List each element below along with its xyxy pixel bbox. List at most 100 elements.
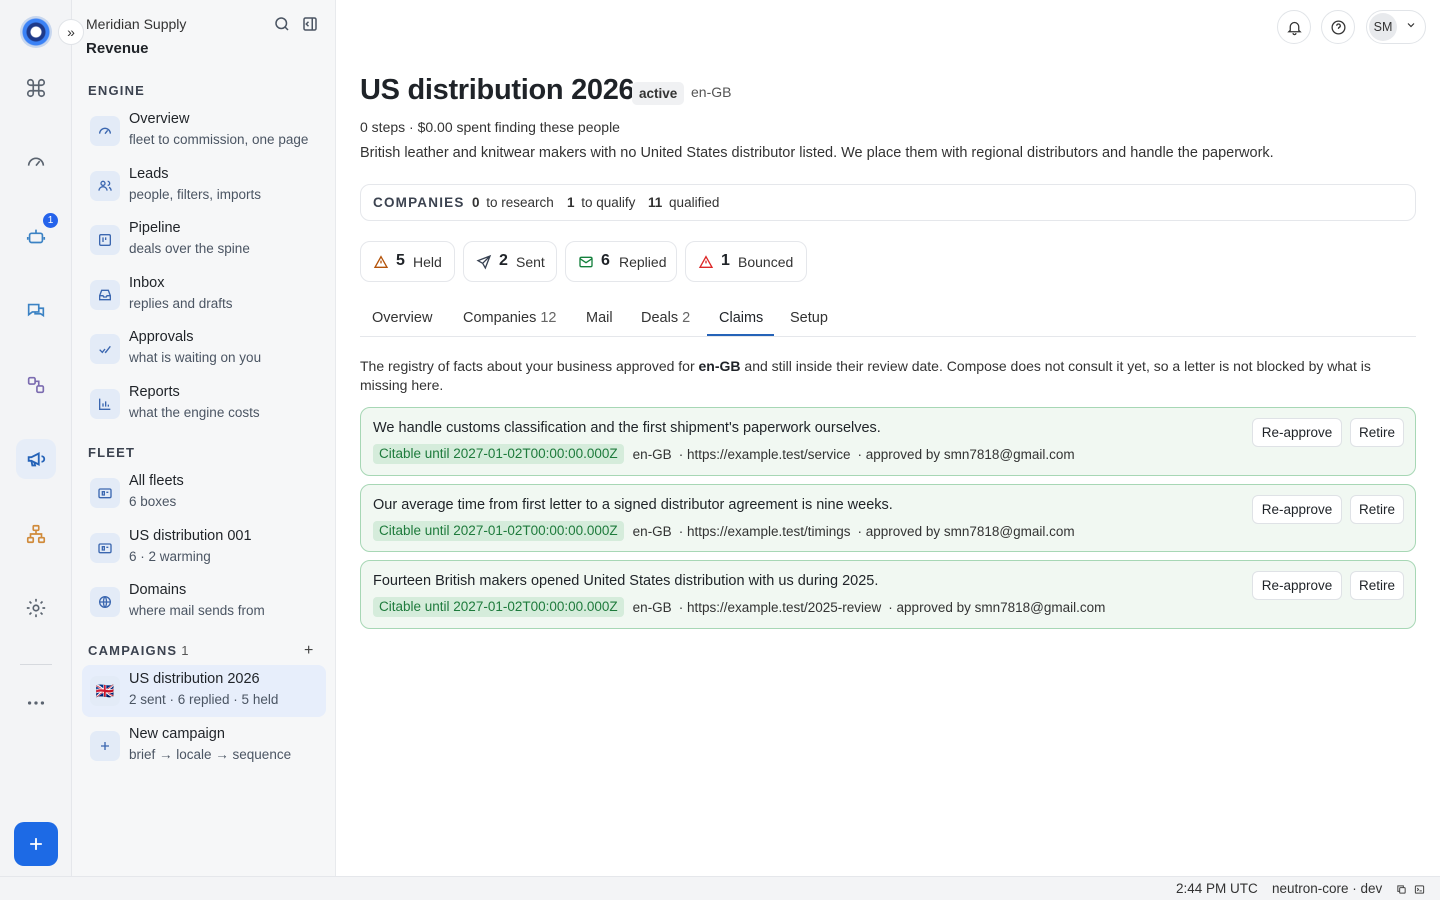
gauge-icon[interactable]	[16, 142, 56, 182]
stat-to-qualify[interactable]: 1 to qualify	[567, 195, 635, 210]
chip-label: Sent	[516, 254, 545, 270]
megaphone-icon[interactable]	[16, 439, 56, 479]
stat-to-research[interactable]: 0 to research	[472, 195, 554, 210]
sidebar-item-reports[interactable]: Reports what the engine costs	[82, 378, 326, 430]
sidebar-item-all-fleets[interactable]: All fleets 6 boxes	[82, 467, 326, 519]
sidebar-item-approvals[interactable]: Approvals what is waiting on you	[82, 323, 326, 375]
chevron-down-icon	[1405, 19, 1417, 34]
tab-label: Companies	[463, 310, 537, 326]
avatar: SM	[1369, 13, 1397, 41]
retire-button[interactable]: Retire	[1350, 571, 1404, 600]
tab-mail[interactable]: Mail	[586, 310, 613, 326]
create-button[interactable]	[14, 822, 58, 866]
claim-source-link[interactable]: · https://example.test/service	[679, 447, 851, 462]
intro-text: The registry of facts about your busines…	[360, 358, 699, 374]
uk-flag-icon: 🇬🇧	[90, 676, 120, 706]
locale-label: en-GB	[691, 84, 732, 100]
tab-count: 12	[540, 310, 557, 326]
sidebar-item-subtitle: where mail sends from	[129, 603, 265, 618]
claim-card: Fourteen British makers opened United St…	[360, 560, 1416, 629]
stat-count: 1	[567, 195, 575, 210]
claim-locale: en-GB	[632, 446, 672, 462]
search-icon[interactable]	[273, 15, 291, 33]
tab-label: Deals	[641, 310, 679, 326]
sidebar-item-us-distribution-2026[interactable]: 🇬🇧 US distribution 2026 2 sent · 6 repli…	[82, 665, 326, 717]
more-icon[interactable]	[16, 683, 56, 723]
sidebar-item-subtitle: 2 sent · 6 replied · 5 held	[129, 692, 279, 707]
help-button[interactable]	[1321, 10, 1355, 44]
claim-text: We handle customs classification and the…	[373, 420, 881, 436]
tab-label: Mail	[586, 310, 613, 326]
tab-overview[interactable]: Overview	[372, 310, 432, 326]
org-name[interactable]: Meridian Supply	[86, 16, 186, 32]
sidebar-item-overview[interactable]: Overview fleet to commission, one page	[82, 105, 326, 157]
sidebar-item-pipeline[interactable]: Pipeline deals over the spine	[82, 214, 326, 266]
stat-count: 11	[648, 195, 663, 210]
sidebar-item-leads[interactable]: Leads people, filters, imports	[82, 160, 326, 212]
tab-setup[interactable]: Setup	[790, 310, 828, 326]
gear-icon[interactable]	[16, 588, 56, 628]
companies-summary[interactable]: COMPANIES 0 to research 1 to qualify 11 …	[360, 184, 1416, 221]
stat-count: 0	[472, 195, 480, 210]
bounced-chip[interactable]: 1 Bounced	[685, 241, 807, 282]
claim-text: Fourteen British makers opened United St…	[373, 573, 879, 589]
logo-icon[interactable]	[20, 16, 52, 48]
sidebar-item-title: New campaign	[129, 726, 225, 742]
sidebar-item-subtitle: people, filters, imports	[129, 187, 262, 202]
sidebar-item-new-campaign[interactable]: New campaign brief → locale → sequence	[82, 720, 326, 772]
expand-sidebar-button[interactable]: »	[58, 19, 84, 45]
retire-button[interactable]: Retire	[1350, 418, 1404, 447]
tab-companies[interactable]: Companies 12	[463, 310, 556, 326]
campaign-meta: 0 steps · $0.00 spent finding these peop…	[360, 119, 620, 135]
stat-qualified[interactable]: 11 qualified	[648, 195, 719, 210]
reapprove-button[interactable]: Re-approve	[1252, 571, 1342, 600]
claim-card: Our average time from first letter to a …	[360, 484, 1416, 552]
sent-chip[interactable]: 2 Sent	[463, 241, 557, 282]
claim-card: We handle customs classification and the…	[360, 407, 1416, 476]
box-icon	[90, 478, 120, 508]
bell-icon	[1286, 21, 1302, 35]
reapprove-button[interactable]: Re-approve	[1252, 418, 1342, 447]
robot-icon[interactable]: 1	[16, 213, 58, 257]
sidebar-item-subtitle: what is waiting on you	[129, 350, 262, 365]
bar-chart-icon	[90, 389, 120, 419]
claim-meta: Citable until 2027-01-02T00:00:00.000Z e…	[373, 444, 1082, 464]
help-icon	[1330, 19, 1346, 35]
citable-badge: Citable until 2027-01-02T00:00:00.000Z	[373, 521, 624, 541]
claim-source-link[interactable]: · https://example.test/2025-review	[679, 600, 882, 615]
retire-button[interactable]: Retire	[1350, 495, 1404, 524]
add-campaign-button[interactable]: +	[304, 642, 313, 660]
org-chart-icon[interactable]	[16, 514, 56, 554]
user-menu[interactable]: SM	[1366, 10, 1426, 44]
sidebar-item-subtitle: fleet to commission, one page	[129, 132, 309, 147]
chip-label: Bounced	[738, 254, 794, 270]
chat-icon[interactable]	[16, 291, 56, 331]
tab-claims[interactable]: Claims	[719, 310, 763, 326]
collapse-panel-icon[interactable]	[301, 15, 319, 33]
companies-label: COMPANIES	[373, 195, 465, 210]
sidebar-item-title: Approvals	[129, 329, 194, 345]
campaigns-heading-label: CAMPAIGNS	[88, 643, 178, 658]
reapprove-button[interactable]: Re-approve	[1252, 495, 1342, 524]
sidebar-item-domains[interactable]: Domains where mail sends from	[82, 576, 326, 628]
shapes-icon[interactable]	[16, 365, 56, 405]
replied-chip[interactable]: 6 Replied	[565, 241, 677, 282]
workspace-name[interactable]: Revenue	[86, 40, 149, 57]
sidebar-item-us-distribution-001[interactable]: US distribution 001 6 · 2 warming	[82, 522, 326, 574]
mail-icon	[579, 256, 593, 268]
copy-icon[interactable]	[1396, 884, 1407, 895]
rail-divider	[20, 664, 52, 665]
stat-label: to qualify	[581, 195, 636, 210]
notifications-button[interactable]	[1277, 10, 1311, 44]
active-tab-indicator	[707, 334, 774, 336]
tab-deals[interactable]: Deals 2	[641, 310, 690, 326]
warning-icon	[373, 255, 389, 268]
inbox-icon	[90, 280, 120, 310]
claim-source-link[interactable]: · https://example.test/timings	[679, 524, 851, 539]
terminal-icon[interactable]	[1414, 884, 1425, 895]
command-icon[interactable]	[16, 68, 56, 108]
page-title: US distribution 2026	[360, 74, 635, 106]
chevrons-right-icon: »	[67, 24, 75, 40]
sidebar-item-inbox[interactable]: Inbox replies and drafts	[82, 269, 326, 321]
held-chip[interactable]: 5 Held	[360, 241, 455, 282]
